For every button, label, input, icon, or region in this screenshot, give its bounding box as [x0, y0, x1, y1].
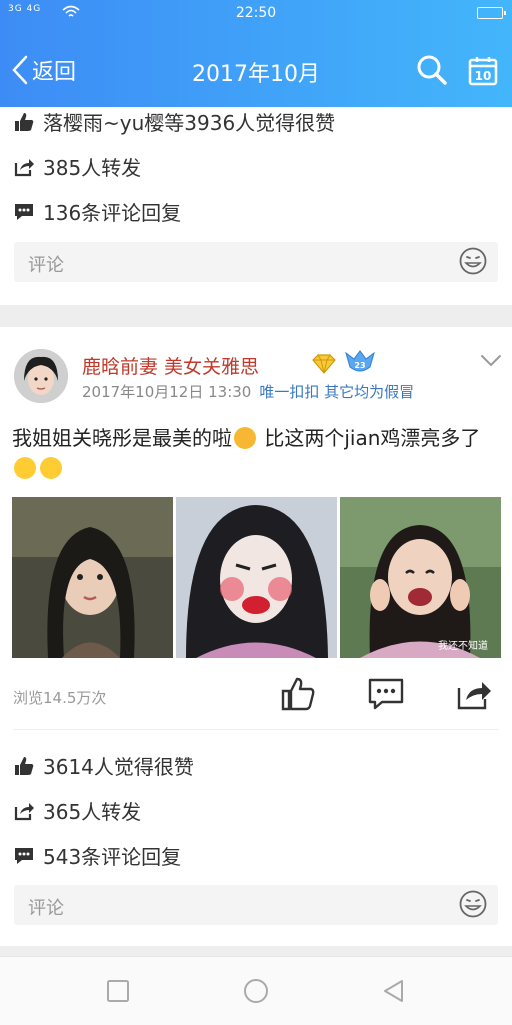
post-meta: 2017年10月12日 13:30 唯一扣扣 其它均为假冒 [82, 381, 414, 402]
status-time: 22:50 [235, 5, 277, 21]
avatar[interactable] [14, 349, 68, 403]
post-text: 我姐姐关晓彤是最美的啦 比这两个jian鸡漂亮多了 [12, 423, 502, 483]
prev-comments-row[interactable]: 136条评论回复 [14, 197, 181, 226]
post-username[interactable]: 鹿晗前妻 美女关雅思 [82, 352, 259, 379]
comment-button[interactable] [368, 676, 404, 712]
blush-emoji-icon [40, 457, 62, 479]
post-source: 唯一扣扣 其它均为假冒 [259, 383, 415, 401]
share-button[interactable] [456, 676, 492, 712]
avatar-image [14, 349, 68, 403]
share-icon [14, 158, 34, 176]
comments-row[interactable]: 543条评论回复 [14, 841, 181, 870]
system-nav-bar [0, 956, 512, 1025]
comments-text: 543条评论回复 [43, 845, 182, 869]
prev-reposts-row[interactable]: 385人转发 [14, 152, 141, 181]
post-timestamp: 2017年10月12日 13:30 [82, 383, 252, 401]
home-button[interactable] [242, 977, 270, 1005]
prev-comments-text: 136条评论回复 [43, 201, 182, 225]
post-text-part1: 我姐姐关晓彤是最美的啦 [12, 426, 232, 450]
view-count: 浏览14.5万次 [13, 689, 107, 707]
prev-comment-input[interactable]: 评论 [14, 242, 498, 282]
like-button[interactable] [280, 676, 316, 712]
post-text-part2: 比这两个jian鸡漂亮多了 [258, 426, 481, 450]
prev-reposts-text: 385人转发 [43, 156, 142, 180]
recent-apps-button[interactable] [104, 977, 132, 1005]
nav-bar: 返回 2017年10月 10 [0, 44, 512, 96]
share-icon [14, 802, 34, 820]
post-photo-1[interactable] [12, 497, 173, 658]
photo-image [176, 497, 337, 658]
status-bar: 3G 4G 22:50 [0, 0, 512, 26]
blush-emoji-icon [14, 457, 36, 479]
photo-image [12, 497, 173, 658]
action-divider [14, 729, 498, 730]
prev-likes-text: 落樱雨~yu樱等3936人觉得很赞 [43, 111, 336, 135]
vip-badge-icon: 23 [345, 350, 375, 372]
post-photo-2[interactable] [176, 497, 337, 658]
kiss-emoji-icon [234, 427, 256, 449]
post-divider [0, 946, 512, 956]
emoji-icon[interactable] [459, 247, 487, 275]
search-icon[interactable] [416, 54, 448, 86]
chevron-down-icon[interactable] [480, 354, 502, 368]
comment-placeholder: 评论 [28, 898, 64, 919]
likes-row[interactable]: 3614人觉得很赞 [14, 751, 194, 780]
reposts-text: 365人转发 [43, 800, 142, 824]
thumbs-up-icon [15, 112, 34, 131]
back-nav-button[interactable] [380, 977, 408, 1005]
photo-image: 我还不知道 [340, 497, 501, 658]
comment-input[interactable]: 评论 [14, 885, 498, 925]
comment-icon [15, 847, 33, 864]
emoji-icon[interactable] [459, 890, 487, 918]
likes-text: 3614人觉得很赞 [43, 755, 194, 779]
vip-badge-level: 23 [354, 361, 365, 370]
diamond-badge-icon [312, 354, 336, 374]
post-divider [0, 305, 512, 327]
thumbs-up-icon [15, 756, 34, 775]
battery-icon [477, 7, 506, 19]
comment-placeholder: 评论 [28, 255, 64, 276]
prev-likes-row[interactable]: 落樱雨~yu樱等3936人觉得很赞 [14, 107, 335, 136]
top-header: 3G 4G 22:50 返回 2017年10月 10 [0, 0, 512, 107]
reposts-row[interactable]: 365人转发 [14, 796, 141, 825]
svg-text:10: 10 [475, 69, 492, 83]
comment-icon [15, 203, 33, 220]
calendar-icon[interactable]: 10 [467, 54, 499, 86]
photo-caption: 我还不知道 [438, 639, 488, 652]
post-photo-3[interactable]: 我还不知道 [340, 497, 501, 658]
